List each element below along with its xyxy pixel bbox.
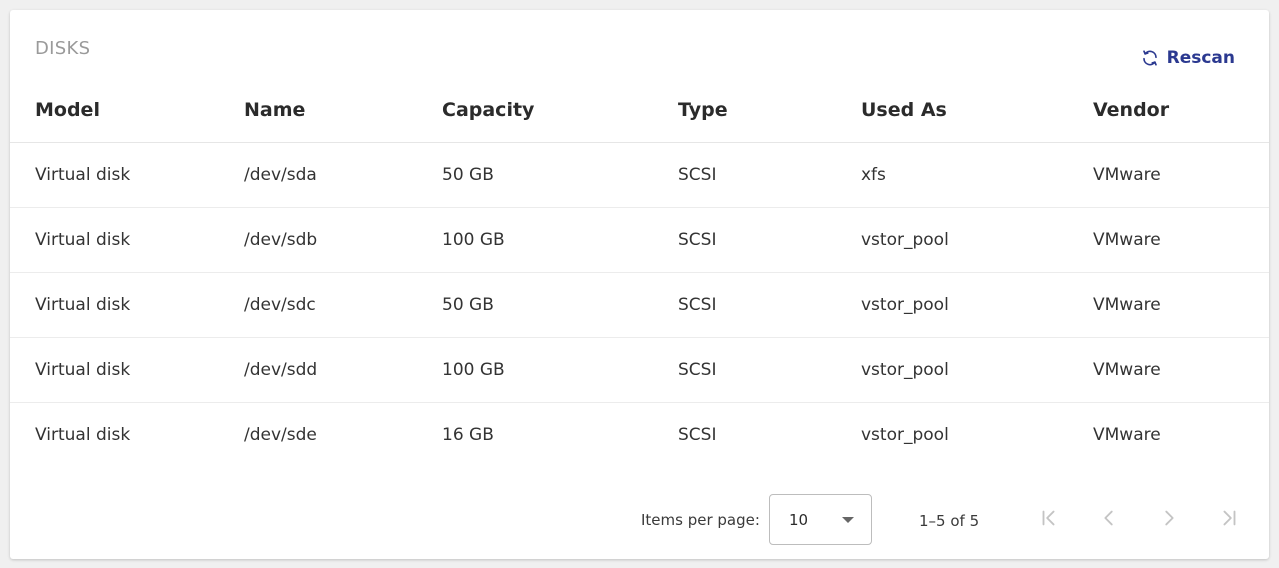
items-per-page-value: 10 (789, 511, 809, 529)
column-header-vendor[interactable]: Vendor (1093, 78, 1269, 143)
cell-model: Virtual disk (35, 425, 131, 445)
cell-model: Virtual disk (10, 337, 244, 403)
cell-vendor: VMware (1093, 207, 1269, 273)
cell-name: /dev/sdc (244, 272, 442, 338)
cell-model: Virtual disk (10, 272, 244, 338)
table-row[interactable]: Virtual disk /dev/sdb 100 GB SCSI vstor_… (10, 207, 1269, 273)
disks-table: Model Name Capacity Type Used As Vendor … (10, 78, 1269, 467)
cell-capacity: 100 GB (442, 337, 678, 403)
items-per-page-label: Items per page: (641, 511, 760, 529)
previous-page-button[interactable] (1094, 504, 1124, 534)
cell-vendor: VMware (1093, 142, 1269, 208)
first-page-icon (1038, 507, 1060, 532)
cell-type: SCSI (678, 272, 861, 338)
page-range-label: 1–5 of 5 (919, 512, 980, 530)
cell-type: SCSI (678, 207, 861, 273)
rescan-button[interactable]: Rescan (1141, 46, 1235, 70)
cell-used-as: vstor_pool (861, 337, 1093, 403)
cell-used-as: vstor_pool (861, 272, 1093, 338)
cell-vendor: VMware (1093, 272, 1269, 338)
cell-name: /dev/sda (244, 142, 442, 208)
cell-model: Virtual disk (10, 142, 244, 208)
items-per-page-select[interactable]: 10 (769, 494, 872, 545)
first-page-button[interactable] (1034, 504, 1064, 534)
chevron-left-icon (1098, 507, 1120, 532)
column-header-type[interactable]: Type (678, 78, 861, 143)
column-header-model[interactable]: Model (10, 78, 244, 143)
refresh-icon (1141, 49, 1159, 67)
column-header-capacity[interactable]: Capacity (442, 78, 678, 143)
column-header-name[interactable]: Name (244, 78, 442, 143)
table-row[interactable]: Virtual disk /dev/sde 16 GB SCSI vstor_p… (10, 403, 1269, 468)
cell-name: /dev/sdb (244, 207, 442, 273)
last-page-icon (1218, 507, 1240, 532)
dropdown-arrow-icon (842, 517, 854, 523)
table-header-row: Model Name Capacity Type Used As Vendor (10, 78, 1269, 143)
cell-vendor: VMware (1093, 337, 1269, 403)
cell-vendor: VMware (1093, 425, 1161, 445)
cell-capacity: 50 GB (442, 272, 678, 338)
cell-capacity: 100 GB (442, 207, 678, 273)
paginator: Items per page: 10 1–5 of 5 (10, 494, 1269, 548)
last-page-button[interactable] (1214, 504, 1244, 534)
next-page-button[interactable] (1154, 504, 1184, 534)
cell-type: SCSI (678, 425, 717, 445)
card-title: DISKS (35, 38, 91, 59)
cell-name: /dev/sdd (244, 337, 442, 403)
cell-type: SCSI (678, 337, 861, 403)
cell-name: /dev/sde (244, 425, 317, 445)
table-row[interactable]: Virtual disk /dev/sdc 50 GB SCSI vstor_p… (10, 272, 1269, 338)
rescan-label: Rescan (1166, 48, 1235, 68)
cell-capacity: 16 GB (442, 425, 494, 445)
column-header-used-as[interactable]: Used As (861, 78, 1093, 143)
table-row[interactable]: Virtual disk /dev/sdd 100 GB SCSI vstor_… (10, 337, 1269, 403)
chevron-right-icon (1158, 507, 1180, 532)
table-row[interactable]: Virtual disk /dev/sda 50 GB SCSI xfs VMw… (10, 142, 1269, 208)
cell-used-as: vstor_pool (861, 207, 1093, 273)
cell-type: SCSI (678, 142, 861, 208)
disks-card: DISKS Rescan Model Name Capacity Type Us… (10, 10, 1269, 559)
cell-used-as: xfs (861, 142, 1093, 208)
cell-model: Virtual disk (10, 207, 244, 273)
cell-used-as: vstor_pool (861, 425, 949, 445)
cell-capacity: 50 GB (442, 142, 678, 208)
